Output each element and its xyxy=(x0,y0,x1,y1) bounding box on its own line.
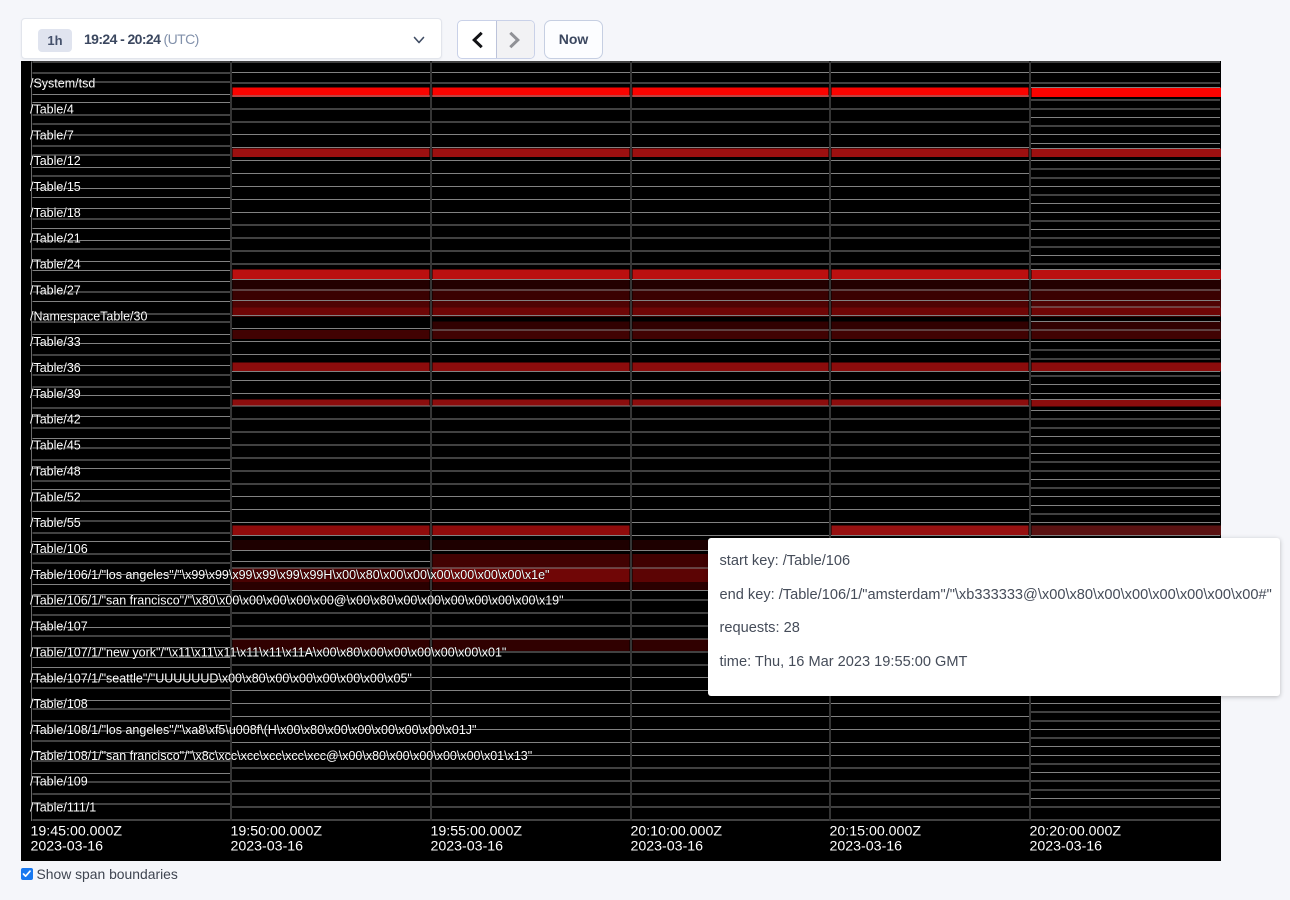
svg-text:/Table/108: /Table/108 xyxy=(30,697,88,711)
svg-text:/Table/12: /Table/12 xyxy=(30,154,81,168)
svg-text:/Table/24: /Table/24 xyxy=(30,258,81,272)
svg-text:/Table/111/1: /Table/111/1 xyxy=(30,801,96,815)
svg-text:19:45:00.000Z: 19:45:00.000Z xyxy=(31,824,123,840)
svg-text:/Table/4: /Table/4 xyxy=(30,103,74,117)
svg-text:/Table/108/1/"san francisco"/": /Table/108/1/"san francisco"/"\x8c\xcc\x… xyxy=(30,749,532,763)
svg-text:/Table/18: /Table/18 xyxy=(30,206,81,220)
svg-text:/Table/36: /Table/36 xyxy=(30,361,81,375)
svg-text:/Table/106/1/"san francisco"/": /Table/106/1/"san francisco"/"\x80\x00\x… xyxy=(30,594,564,608)
svg-text:19:55:00.000Z: 19:55:00.000Z xyxy=(431,824,523,840)
svg-text:/Table/48: /Table/48 xyxy=(30,465,81,479)
svg-text:20:15:00.000Z: 20:15:00.000Z xyxy=(830,824,922,840)
svg-text:/Table/107/1/"seattle"/"UUUUUU: /Table/107/1/"seattle"/"UUUUUUD\x00\x80\… xyxy=(30,671,412,685)
svg-text:19:50:00.000Z: 19:50:00.000Z xyxy=(231,824,323,840)
svg-text:/Table/39: /Table/39 xyxy=(30,387,81,401)
svg-text:/Table/45: /Table/45 xyxy=(30,439,81,453)
svg-text:/Table/42: /Table/42 xyxy=(30,413,81,427)
svg-text:2023-03-16: 2023-03-16 xyxy=(431,839,504,855)
svg-text:2023-03-16: 2023-03-16 xyxy=(631,839,704,855)
svg-text:20:20:00.000Z: 20:20:00.000Z xyxy=(1030,824,1122,840)
svg-text:/Table/15: /Table/15 xyxy=(30,180,81,194)
svg-text:/Table/108/1/"los angeles"/"\x: /Table/108/1/"los angeles"/"\xa8\xf5\u00… xyxy=(30,723,477,737)
svg-text:/System/tsd: /System/tsd xyxy=(30,77,95,91)
svg-text:/Table/107: /Table/107 xyxy=(30,620,88,634)
svg-text:2023-03-16: 2023-03-16 xyxy=(830,839,903,855)
svg-text:/Table/27: /Table/27 xyxy=(30,284,81,298)
svg-text:2023-03-16: 2023-03-16 xyxy=(1030,839,1103,855)
svg-text:2023-03-16: 2023-03-16 xyxy=(231,839,304,855)
svg-text:/Table/106: /Table/106 xyxy=(30,542,88,556)
svg-text:/Table/55: /Table/55 xyxy=(30,516,81,530)
svg-text:2023-03-16: 2023-03-16 xyxy=(31,839,104,855)
svg-text:/Table/52: /Table/52 xyxy=(30,490,81,504)
svg-text:/NamespaceTable/30: /NamespaceTable/30 xyxy=(30,309,147,323)
svg-text:/Table/7: /Table/7 xyxy=(30,128,74,142)
svg-text:/Table/33: /Table/33 xyxy=(30,335,81,349)
svg-text:/Table/21: /Table/21 xyxy=(30,232,81,246)
svg-text:/Table/106/1/"los angeles"/"\x: /Table/106/1/"los angeles"/"\x99\x99\x99… xyxy=(30,568,549,582)
svg-text:20:10:00.000Z: 20:10:00.000Z xyxy=(631,824,723,840)
svg-text:/Table/109: /Table/109 xyxy=(30,775,88,789)
svg-text:/Table/107/1/"new york"/"\x11\: /Table/107/1/"new york"/"\x11\x11\x11\x1… xyxy=(30,646,506,660)
